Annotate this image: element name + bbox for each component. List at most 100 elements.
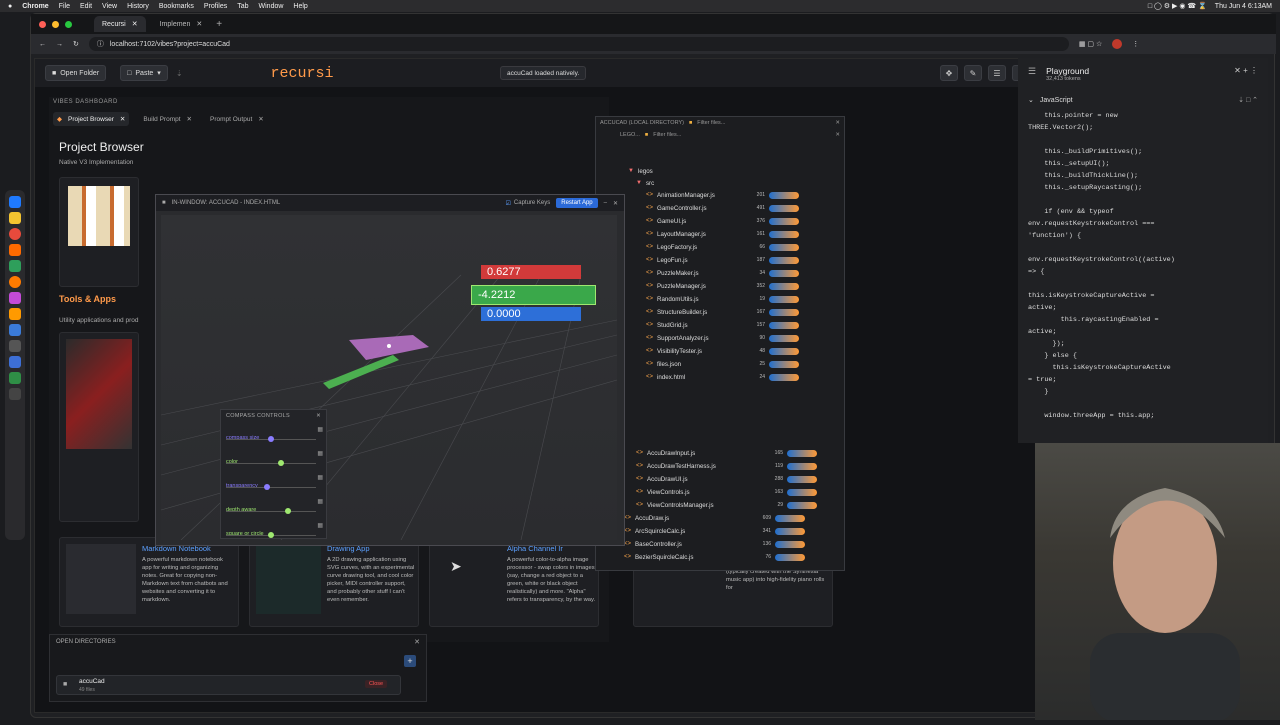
folder-row[interactable]: ▼ src	[636, 177, 654, 189]
menu-window[interactable]: Window	[259, 3, 284, 10]
menu-edit[interactable]: Edit	[80, 3, 92, 10]
close-directory-button[interactable]: Close	[365, 680, 388, 688]
chevron-down-icon[interactable]: ⌄	[1028, 96, 1034, 104]
compass-slider-row[interactable]: color ▦	[226, 450, 323, 474]
brave-icon[interactable]	[9, 244, 21, 256]
folder-row[interactable]: ▼ legos	[628, 165, 653, 177]
pen-icon[interactable]: ✎	[964, 65, 982, 81]
slider-knob[interactable]	[268, 436, 274, 442]
compass-slider-row[interactable]: compass size ▦	[226, 426, 323, 450]
hamburger-menu-icon[interactable]: ☰	[988, 65, 1006, 81]
zoom-window-icon[interactable]	[65, 20, 72, 28]
file-row[interactable]: <> files.json 25	[646, 358, 800, 370]
compass-slider-row[interactable]: transparency ▦	[226, 474, 323, 498]
trash-icon[interactable]	[9, 388, 21, 400]
file-row[interactable]: <> AccuDrawUI.js 288	[636, 473, 818, 485]
file-row[interactable]: <> GameUI.js 376	[646, 215, 800, 227]
app-icon[interactable]	[9, 340, 21, 352]
slider-knob[interactable]	[268, 532, 274, 538]
project-card[interactable]	[59, 177, 139, 287]
finder-icon[interactable]	[9, 196, 21, 208]
header-actions[interactable]: ✕ + ⋮	[1234, 66, 1258, 75]
filter-input[interactable]: Filter files...	[697, 120, 725, 126]
app-icon[interactable]	[9, 292, 21, 304]
download-icon[interactable]: ⇣	[176, 69, 183, 78]
firefox-icon[interactable]	[9, 276, 21, 288]
reload-icon[interactable]: ↻	[73, 40, 79, 48]
y-value-field[interactable]: -4.2212	[471, 285, 596, 305]
close-icon[interactable]: ✕	[120, 115, 125, 123]
extensions-icon[interactable]: ▦ ▢ ☆	[1079, 40, 1102, 48]
menu-file[interactable]: File	[59, 3, 70, 10]
vlc-icon[interactable]	[9, 308, 21, 320]
restart-app-button[interactable]: Restart App	[556, 198, 598, 208]
project-card-markdown[interactable]: Markdown Notebook A powerful markdown no…	[59, 537, 239, 627]
grid-icon[interactable]: ▦	[317, 498, 323, 505]
close-window-icon[interactable]	[39, 20, 46, 28]
menu-tab[interactable]: Tab	[237, 3, 248, 10]
close-icon[interactable]: ✕	[835, 132, 840, 138]
directory-item[interactable]: ■ accuCad 49 files Close	[56, 675, 401, 695]
vscode-icon[interactable]	[9, 324, 21, 336]
slider-track[interactable]	[226, 463, 316, 464]
tab-prompt-output[interactable]: Prompt Output ✕	[206, 112, 268, 126]
z-value-field[interactable]: 0.0000	[481, 307, 581, 321]
close-icon[interactable]: ✕	[613, 200, 618, 207]
grid-icon[interactable]: ▦	[317, 522, 323, 529]
chrome-icon[interactable]	[9, 228, 21, 240]
avatar[interactable]	[1112, 39, 1123, 49]
slider-track[interactable]	[226, 487, 316, 488]
file-row[interactable]: <> SupportAnalyzer.js 90	[646, 332, 800, 344]
project-card[interactable]	[59, 332, 139, 522]
browser-tab[interactable]: Recursi ✕	[94, 16, 146, 32]
site-info-icon[interactable]: ⓘ	[97, 39, 104, 49]
file-row[interactable]: <> LayoutManager.js 161	[646, 228, 800, 240]
file-row[interactable]: <> index.html 24	[646, 371, 800, 383]
close-icon[interactable]: ✕	[187, 115, 192, 123]
url-field[interactable]: ⓘ localhost:7102/vibes?project=accuCad	[88, 37, 1069, 51]
file-row[interactable]: <> StudGrid.js 157	[646, 319, 800, 331]
grid-icon[interactable]: ▦	[317, 426, 323, 433]
file-row[interactable]: <> PuzzleMaker.js 34	[646, 267, 800, 279]
menu-history[interactable]: History	[127, 3, 149, 10]
grid-icon[interactable]: ▦	[317, 450, 323, 457]
close-icon[interactable]: ✕	[835, 120, 840, 126]
file-row[interactable]: <> LegoFactory.js 66	[646, 241, 800, 253]
menu-profiles[interactable]: Profiles	[204, 3, 227, 10]
chevron-down-icon[interactable]: ▾	[157, 69, 161, 77]
close-icon[interactable]: ✕	[316, 413, 321, 419]
file-row[interactable]: <> AnimationManager.js 201	[646, 189, 800, 201]
file-row[interactable]: <> ViewControlsManager.js 29	[636, 499, 818, 511]
paste-button[interactable]: □ Paste ▾	[120, 65, 168, 81]
green-bar[interactable]	[323, 355, 399, 389]
apple-icon[interactable]: ●	[8, 3, 12, 10]
file-row[interactable]: <> StructureBuilder.js 167	[646, 306, 800, 318]
x-value-field[interactable]: 0.6277	[481, 265, 581, 279]
vscode-icon[interactable]	[9, 356, 21, 368]
slider-knob[interactable]	[284, 508, 291, 514]
add-directory-button[interactable]: +	[404, 655, 416, 667]
menu-icon[interactable]: ☰	[1028, 66, 1036, 77]
file-row[interactable]: <> AccuDrawInput.js 165	[636, 447, 818, 459]
move-icon[interactable]: ✥	[940, 65, 958, 81]
file-row[interactable]: <> BaseController.js 136	[624, 538, 806, 550]
file-row[interactable]: <> ViewControls.js 163	[636, 486, 818, 498]
browser-tab[interactable]: Implemen ✕	[152, 16, 211, 32]
close-tab-icon[interactable]: ✕	[132, 20, 138, 28]
code-actions[interactable]: ⇣ □ ⌃	[1238, 96, 1258, 104]
menu-datetime[interactable]: Thu Jun 4 6:13AM	[1215, 3, 1272, 10]
app-icon[interactable]	[9, 372, 21, 384]
project-card-alpha[interactable]: ➤ Alpha Channel Ir A powerful color-to-a…	[429, 537, 599, 627]
file-row[interactable]: <> RandomUtils.js 19	[646, 293, 800, 305]
status-icons[interactable]: □ ◯ ⚙ ▶ ◉ ☎ ⌛	[1148, 2, 1207, 10]
forward-icon[interactable]: →	[56, 41, 63, 48]
file-row[interactable]: <> VisibilityTester.js 48	[646, 345, 800, 357]
menu-help[interactable]: Help	[293, 3, 307, 10]
close-icon[interactable]: ✕	[414, 638, 420, 646]
close-icon[interactable]: ✕	[258, 115, 263, 123]
menu-dots-icon[interactable]: ⋮	[1132, 40, 1139, 48]
minimize-icon[interactable]: –	[604, 200, 607, 206]
grid-icon[interactable]: ▦	[317, 474, 323, 481]
compass-slider-row[interactable]: square or circle ▦	[226, 522, 323, 546]
chatgpt-icon[interactable]	[9, 260, 21, 272]
